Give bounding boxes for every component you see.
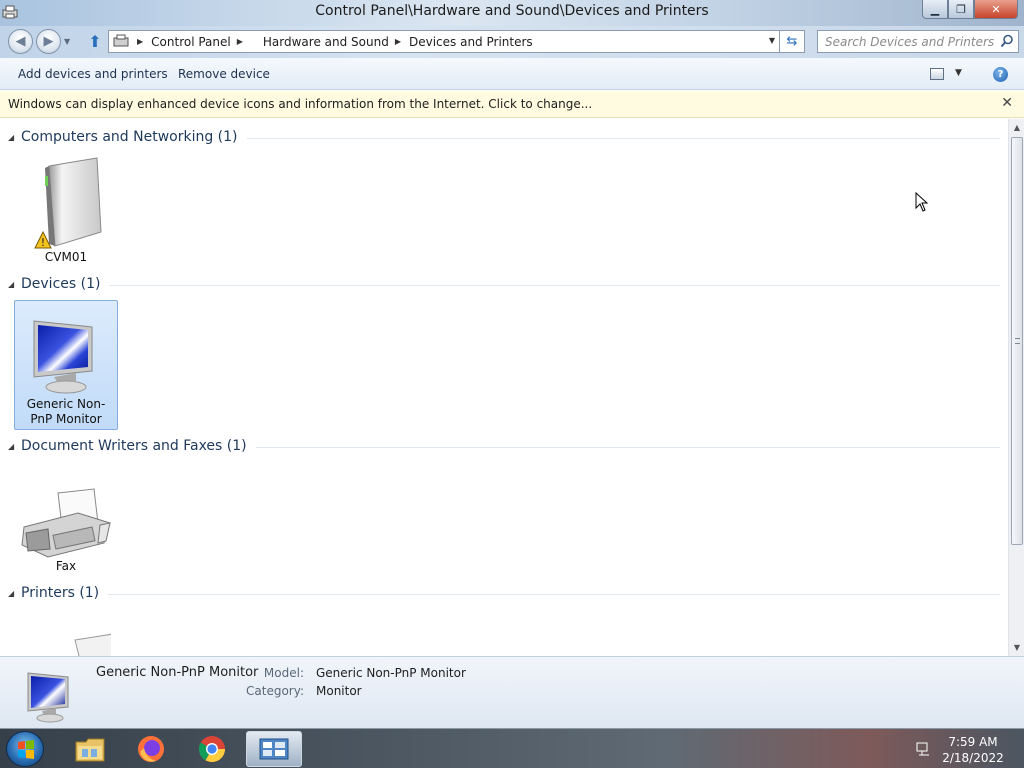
minimize-button[interactable]: ▁ (922, 0, 948, 19)
divider (255, 446, 1000, 448)
collapse-triangle-icon[interactable]: ◢ (8, 442, 21, 451)
recent-pages-dropdown-icon[interactable]: ▼ (64, 37, 70, 46)
details-model-label: Model: (263, 666, 304, 680)
collapse-triangle-icon[interactable]: ◢ (8, 589, 21, 598)
info-bar[interactable]: Windows can display enhanced device icon… (0, 91, 1024, 118)
grip-icon (1015, 338, 1020, 344)
group-header-printers[interactable]: ◢ Printers (1) (8, 583, 1000, 603)
breadcrumb-hardware-and-sound[interactable]: Hardware and Sound (263, 35, 389, 49)
search-placeholder: Search Devices and Printers (825, 34, 995, 49)
info-bar-message[interactable]: Windows can display enhanced device icon… (8, 97, 592, 111)
printer-icon (15, 628, 117, 656)
start-button[interactable] (6, 731, 44, 767)
network-icon[interactable] (916, 741, 932, 757)
chrome-icon (198, 736, 226, 763)
folder-icon (75, 738, 105, 762)
taskbar-firefox[interactable] (123, 731, 179, 767)
back-button[interactable]: ◀ (8, 29, 33, 54)
refresh-button[interactable]: ⇆ (780, 30, 805, 53)
scroll-down-icon[interactable]: ▼ (1009, 639, 1024, 656)
device-label: Generic Non-PnP Monitor (26, 397, 106, 426)
add-devices-button[interactable]: Add devices and printers (18, 67, 168, 81)
group-title: Computers and Networking (1) (21, 129, 238, 145)
address-bar[interactable]: ▶ Control Panel ▶ Hardware and Sound ▶ Dev… (108, 30, 780, 53)
devices-pane[interactable]: ◢ Computers and Networking (1) ! CVM01 ◢… (0, 119, 1008, 656)
window-title: Control Panel\Hardware and Sound\Devices… (315, 3, 709, 19)
help-icon[interactable]: ? (993, 67, 1008, 82)
fax-icon (15, 463, 117, 559)
windows-logo-icon (18, 740, 34, 759)
details-pane: Generic Non-PnP Monitor Model: Generic N… (0, 656, 1024, 728)
address-history-dropdown-icon[interactable]: ▼ (769, 36, 775, 45)
maximize-button[interactable]: ❐ (948, 0, 974, 19)
group-header-computers[interactable]: ◢ Computers and Networking (1) (8, 127, 1000, 147)
breadcrumb-control-panel[interactable]: Control Panel (151, 35, 231, 49)
divider (246, 137, 1000, 139)
monitor-icon (15, 301, 117, 397)
group-header-devices[interactable]: ◢ Devices (1) (8, 274, 1000, 294)
svg-text:!: ! (41, 236, 45, 249)
collapse-triangle-icon[interactable]: ◢ (8, 280, 21, 289)
scroll-up-icon[interactable]: ▲ (1009, 119, 1024, 136)
system-clock[interactable]: 7:59 AM 2/18/2022 (942, 734, 1004, 766)
taskbar-chrome[interactable] (184, 731, 240, 767)
device-label: Fax (55, 559, 77, 573)
device-cvm01[interactable]: ! CVM01 (14, 153, 118, 265)
breadcrumb-devices-and-printers[interactable]: Devices and Printers (409, 35, 533, 49)
breadcrumb-separator-icon[interactable]: ▶ (395, 37, 401, 46)
back-arrow-icon: ◀ (15, 34, 26, 49)
mouse-cursor-icon (915, 192, 929, 212)
up-level-icon[interactable]: ⬆ (86, 33, 104, 51)
refresh-icon: ⇆ (786, 34, 798, 49)
breadcrumb-separator-icon[interactable]: ▶ (237, 37, 243, 46)
breadcrumb-separator-icon[interactable]: ▶ (137, 37, 143, 46)
taskbar-file-explorer[interactable] (62, 731, 118, 767)
details-model-value: Generic Non-PnP Monitor (316, 666, 466, 680)
group-header-document-writers[interactable]: ◢ Document Writers and Faxes (1) (8, 436, 1000, 456)
close-button[interactable]: ✕ (974, 0, 1018, 19)
vertical-scrollbar[interactable]: ▲ ▼ (1008, 119, 1024, 656)
device-generic-monitor[interactable]: Generic Non-PnP Monitor (14, 300, 118, 430)
address-row: ◀ ▶ ▼ ⬆ ▶ Control Panel ▶ Hardware and So… (0, 26, 1024, 58)
remove-device-button[interactable]: Remove device (178, 67, 270, 81)
clock-time: 7:59 AM (948, 735, 998, 749)
details-category-value: Monitor (316, 684, 362, 698)
forward-button[interactable]: ▶ (36, 29, 61, 54)
divider (108, 593, 1000, 595)
firefox-icon (138, 736, 164, 762)
command-bar: Add devices and printers Remove device ▼… (0, 58, 1024, 90)
group-title: Printers (1) (21, 585, 100, 601)
control-panel-icon (111, 32, 131, 52)
view-options-dropdown-icon[interactable]: ▼ (955, 68, 962, 78)
devices-printers-icon (259, 738, 289, 760)
title-bar: Control Panel\Hardware and Sound\Devices… (0, 0, 1024, 26)
info-bar-close-icon[interactable]: ✕ (1001, 95, 1013, 111)
scroll-thumb[interactable] (1011, 137, 1023, 545)
device-fax[interactable]: Fax (14, 462, 118, 577)
change-view-icon[interactable] (930, 68, 944, 80)
device-label: CVM01 (44, 250, 88, 264)
device-printer[interactable] (14, 627, 118, 656)
divider (109, 284, 1000, 286)
forward-arrow-icon: ▶ (43, 34, 54, 49)
clock-date: 2/18/2022 (942, 751, 1004, 765)
details-category-label: Category: (246, 684, 304, 698)
group-title: Document Writers and Faxes (1) (21, 438, 247, 454)
collapse-triangle-icon[interactable]: ◢ (8, 133, 21, 142)
computer-tower-warning-icon: ! (15, 154, 117, 250)
group-title: Devices (1) (21, 276, 101, 292)
search-input[interactable]: Search Devices and Printers (817, 30, 1019, 53)
taskbar-devices-and-printers[interactable] (246, 731, 302, 767)
details-monitor-icon (24, 669, 76, 726)
taskbar: 7:59 AM 2/18/2022 (0, 728, 1024, 768)
search-icon[interactable] (1000, 34, 1014, 48)
